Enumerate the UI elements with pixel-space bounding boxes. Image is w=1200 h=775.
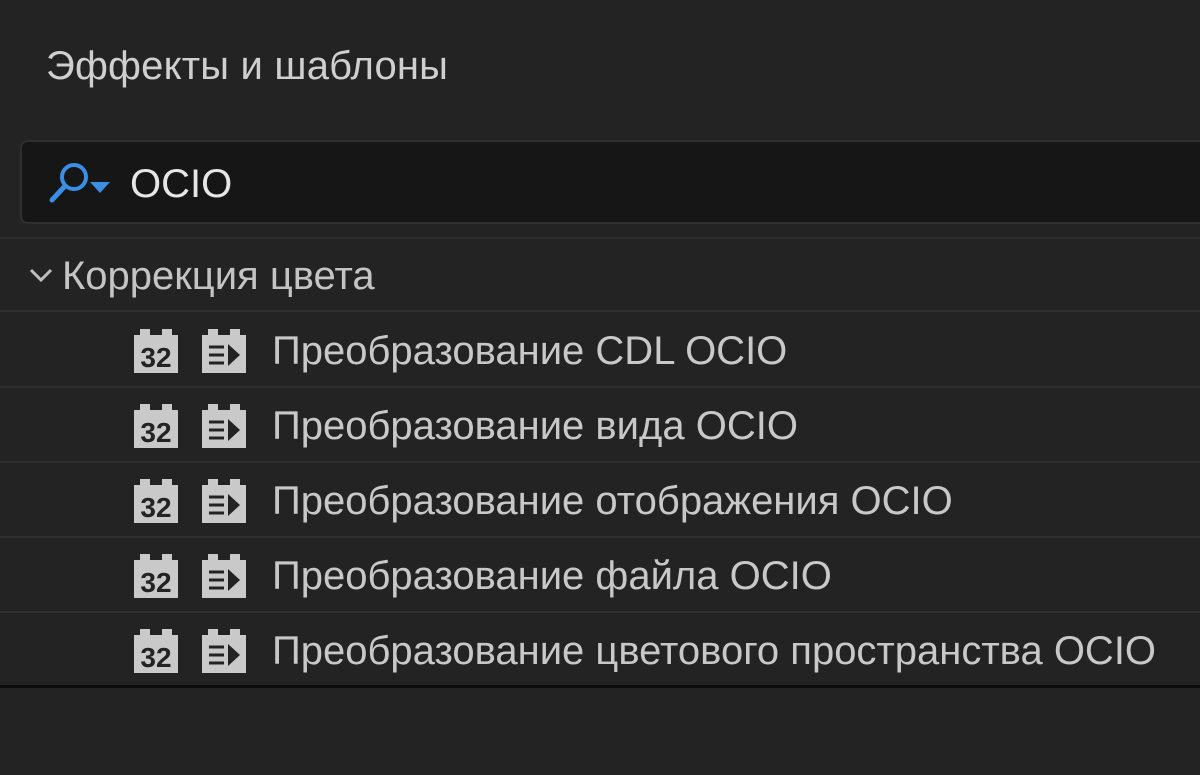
- list-item[interactable]: 32 Преобразование вида OCIO: [0, 388, 1200, 463]
- list-item[interactable]: 32 Преобразование цветового пространства…: [0, 613, 1200, 688]
- effects-list: 32 Преобразование CDL OCIO 32 Преобразов…: [0, 313, 1200, 688]
- 32-bit-icon: 32: [134, 329, 178, 373]
- effect-label: Преобразование CDL OCIO: [272, 329, 788, 373]
- svg-text:32: 32: [140, 567, 171, 598]
- category-label: Коррекция цвета: [62, 254, 375, 298]
- category-color-correction[interactable]: Коррекция цвета: [0, 240, 1200, 312]
- 32-bit-icon: 32: [134, 629, 178, 673]
- accelerated-effect-icon: [202, 629, 246, 673]
- accelerated-effect-icon: [202, 329, 246, 373]
- effect-label: Преобразование отображения OCIO: [272, 479, 953, 523]
- divider: [0, 237, 1200, 239]
- svg-text:32: 32: [140, 342, 171, 373]
- effect-label: Преобразование цветового пространства OC…: [272, 629, 1157, 673]
- 32-bit-icon: 32: [134, 404, 178, 448]
- panel-title: Эффекты и шаблоны: [46, 44, 449, 88]
- list-item[interactable]: 32 Преобразование файла OCIO: [0, 538, 1200, 613]
- chevron-down-icon[interactable]: [28, 264, 54, 286]
- search-icon[interactable]: [48, 160, 114, 206]
- list-item[interactable]: 32 Преобразование отображения OCIO: [0, 463, 1200, 538]
- effects-panel: Эффекты и шаблоны Коррекция цвета 32: [0, 0, 1200, 775]
- accelerated-effect-icon: [202, 404, 246, 448]
- effect-label: Преобразование вида OCIO: [272, 404, 798, 448]
- svg-text:32: 32: [140, 417, 171, 448]
- accelerated-effect-icon: [202, 479, 246, 523]
- accelerated-effect-icon: [202, 554, 246, 598]
- 32-bit-icon: 32: [134, 554, 178, 598]
- 32-bit-icon: 32: [134, 479, 178, 523]
- effect-label: Преобразование файла OCIO: [272, 554, 832, 598]
- svg-text:32: 32: [140, 492, 171, 523]
- search-box[interactable]: [20, 140, 1200, 224]
- search-input[interactable]: [128, 152, 1132, 216]
- list-item[interactable]: 32 Преобразование CDL OCIO: [0, 313, 1200, 388]
- svg-text:32: 32: [140, 642, 171, 673]
